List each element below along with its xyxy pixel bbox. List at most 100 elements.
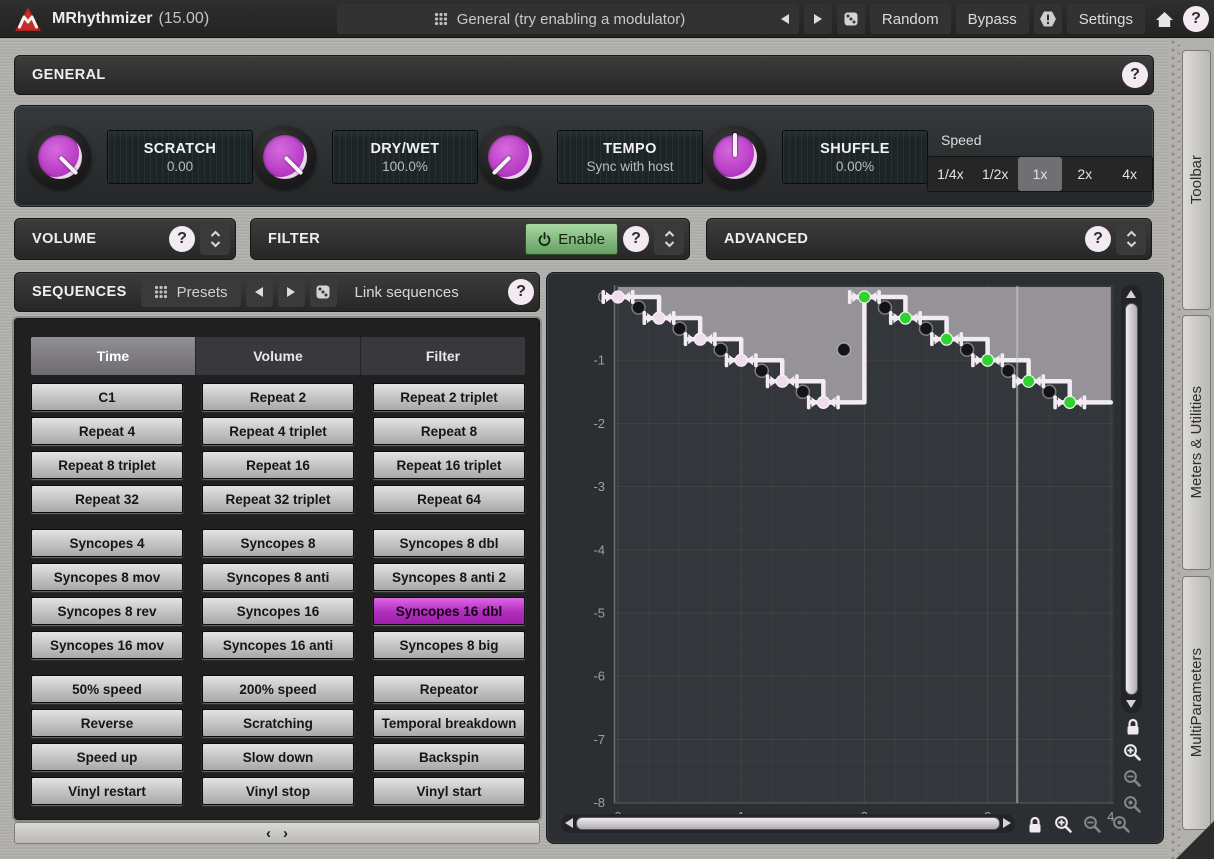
bypass-button[interactable]: Bypass	[956, 4, 1029, 34]
volume-help-button[interactable]: ?	[169, 226, 195, 252]
home-icon	[1155, 11, 1174, 28]
sequence-button-200-speed[interactable]: 200% speed	[202, 675, 354, 703]
link-sequences-toggle[interactable]: Link sequences	[355, 284, 459, 301]
sequence-button-syncopes-16-anti[interactable]: Syncopes 16 anti	[202, 631, 354, 659]
scroll-left-icon[interactable]	[565, 818, 573, 828]
vertical-zoom-fit-button[interactable]	[1123, 795, 1142, 814]
sequence-button-reverse[interactable]: Reverse	[31, 709, 183, 737]
horizontal-zoom-out-button[interactable]	[1083, 815, 1102, 834]
randomize-dice-button[interactable]	[837, 4, 865, 34]
shuffle-knob[interactable]	[704, 126, 766, 188]
rail-tab-toolbar[interactable]: Toolbar	[1182, 50, 1211, 310]
graph-horizontal-scrollbar[interactable]	[561, 814, 1015, 833]
horizontal-scroll-thumb[interactable]	[576, 817, 1000, 830]
sequence-button-syncopes-8-rev[interactable]: Syncopes 8 rev	[31, 597, 183, 625]
advanced-collapse-button[interactable]	[1116, 223, 1146, 255]
curve-midpoint-handle[interactable]	[837, 343, 850, 356]
sequence-button-syncopes-8-anti-2[interactable]: Syncopes 8 anti 2	[373, 563, 525, 591]
sequence-button-repeator[interactable]: Repeator	[373, 675, 525, 703]
sequence-button-backspin[interactable]: Backspin	[373, 743, 525, 771]
sequence-button-syncopes-16[interactable]: Syncopes 16	[202, 597, 354, 625]
sequence-button-vinyl-stop[interactable]: Vinyl stop	[202, 777, 354, 805]
sequence-button-scratching[interactable]: Scratching	[202, 709, 354, 737]
scratch-knob[interactable]	[29, 126, 91, 188]
sequence-button-repeat-64[interactable]: Repeat 64	[373, 485, 525, 513]
speed-option-1-4x[interactable]: 1/4x	[928, 157, 973, 191]
scroll-up-icon[interactable]	[1126, 290, 1136, 298]
scroll-right-icon[interactable]	[1003, 818, 1011, 828]
sequence-next-button[interactable]	[278, 277, 305, 307]
sequence-button-repeat-2[interactable]: Repeat 2	[202, 383, 354, 411]
shuffle-display[interactable]: SHUFFLE0.00%	[782, 130, 928, 184]
sequence-button-temporal-breakdown[interactable]: Temporal breakdown	[373, 709, 525, 737]
sequence-button-repeat-16[interactable]: Repeat 16	[202, 451, 354, 479]
dry-wet-display[interactable]: DRY/WET100.0%	[332, 130, 478, 184]
speed-option-2x[interactable]: 2x	[1062, 157, 1107, 191]
sequence-button-vinyl-start[interactable]: Vinyl start	[373, 777, 525, 805]
speed-option-1-2x[interactable]: 1/2x	[973, 157, 1018, 191]
horizontal-zoom-fit-button[interactable]	[1112, 815, 1131, 834]
general-help-button[interactable]: ?	[1122, 62, 1148, 88]
sequence-step-graph[interactable]: 0-1-2-3-4-5-6-7-801234	[547, 273, 1165, 845]
tempo-knob[interactable]	[479, 126, 541, 188]
horizontal-zoom-in-button[interactable]	[1054, 815, 1073, 834]
sequence-button-syncopes-4[interactable]: Syncopes 4	[31, 529, 183, 557]
tempo-display[interactable]: TEMPOSync with host	[557, 130, 703, 184]
sequence-button-syncopes-16-dbl[interactable]: Syncopes 16 dbl	[373, 597, 525, 625]
help-button[interactable]: ?	[1183, 6, 1209, 32]
preset-selector[interactable]: General (try enabling a modulator)	[337, 4, 782, 34]
home-button[interactable]	[1150, 4, 1178, 34]
sequence-previous-button[interactable]	[246, 277, 273, 307]
vertical-lock-button[interactable]	[1123, 717, 1142, 736]
sequence-button-syncopes-8-anti[interactable]: Syncopes 8 anti	[202, 563, 354, 591]
tab-time[interactable]: Time	[31, 337, 196, 375]
previous-preset-button[interactable]	[771, 4, 799, 34]
filter-collapse-button[interactable]	[654, 223, 684, 255]
sequence-button-repeat-4-triplet[interactable]: Repeat 4 triplet	[202, 417, 354, 445]
sequence-button-repeat-16-triplet[interactable]: Repeat 16 triplet	[373, 451, 525, 479]
speed-option-1x[interactable]: 1x	[1018, 157, 1063, 191]
settings-button[interactable]: Settings	[1067, 4, 1145, 34]
sequence-button-repeat-8[interactable]: Repeat 8	[373, 417, 525, 445]
sequence-randomize-button[interactable]	[310, 277, 337, 307]
sequence-button-speed-up[interactable]: Speed up	[31, 743, 183, 771]
horizontal-lock-button[interactable]	[1025, 815, 1044, 834]
sequence-button-repeat-8-triplet[interactable]: Repeat 8 triplet	[31, 451, 183, 479]
vertical-scroll-thumb[interactable]	[1125, 303, 1138, 695]
resize-grip[interactable]	[1176, 821, 1214, 859]
volume-collapse-button[interactable]	[200, 223, 230, 255]
sequence-button-repeat-2-triplet[interactable]: Repeat 2 triplet	[373, 383, 525, 411]
sequence-button-c1[interactable]: C1	[31, 383, 183, 411]
next-preset-button[interactable]	[804, 4, 832, 34]
sequence-button-syncopes-16-mov[interactable]: Syncopes 16 mov	[31, 631, 183, 659]
filter-help-button[interactable]: ?	[623, 226, 649, 252]
sequences-help-button[interactable]: ?	[508, 279, 534, 305]
sequence-button-syncopes-8-mov[interactable]: Syncopes 8 mov	[31, 563, 183, 591]
sequence-button-syncopes-8[interactable]: Syncopes 8	[202, 529, 354, 557]
sequence-button-repeat-32-triplet[interactable]: Repeat 32 triplet	[202, 485, 354, 513]
speed-option-4x[interactable]: 4x	[1107, 157, 1152, 191]
tab-filter[interactable]: Filter	[361, 337, 525, 375]
rail-tab-meters-utilities[interactable]: Meters & Utilities	[1182, 315, 1211, 570]
sequence-button-syncopes-8-dbl[interactable]: Syncopes 8 dbl	[373, 529, 525, 557]
filter-enable-button[interactable]: Enable	[525, 223, 618, 255]
sequence-button-slow-down[interactable]: Slow down	[202, 743, 354, 771]
notification-button[interactable]	[1034, 4, 1062, 34]
vertical-zoom-out-button[interactable]	[1123, 769, 1142, 788]
dry-wet-knob[interactable]	[254, 126, 316, 188]
sequences-horizontal-scrollbar[interactable]: ‹ ›	[14, 822, 540, 844]
sequence-button-repeat-4[interactable]: Repeat 4	[31, 417, 183, 445]
sequence-button-repeat-32[interactable]: Repeat 32	[31, 485, 183, 513]
random-button[interactable]: Random	[870, 4, 951, 34]
sequence-button-vinyl-restart[interactable]: Vinyl restart	[31, 777, 183, 805]
sequence-button-syncopes-8-big[interactable]: Syncopes 8 big	[373, 631, 525, 659]
scratch-display[interactable]: SCRATCH0.00	[107, 130, 253, 184]
sequence-button-50-speed[interactable]: 50% speed	[31, 675, 183, 703]
rail-tab-multiparameters[interactable]: MultiParameters	[1182, 576, 1211, 830]
graph-vertical-scrollbar[interactable]	[1121, 285, 1142, 713]
scroll-down-icon[interactable]	[1126, 700, 1136, 708]
tab-volume[interactable]: Volume	[196, 337, 361, 375]
vertical-zoom-in-button[interactable]	[1123, 743, 1142, 762]
sequence-presets-button[interactable]: Presets	[141, 277, 241, 307]
advanced-help-button[interactable]: ?	[1085, 226, 1111, 252]
